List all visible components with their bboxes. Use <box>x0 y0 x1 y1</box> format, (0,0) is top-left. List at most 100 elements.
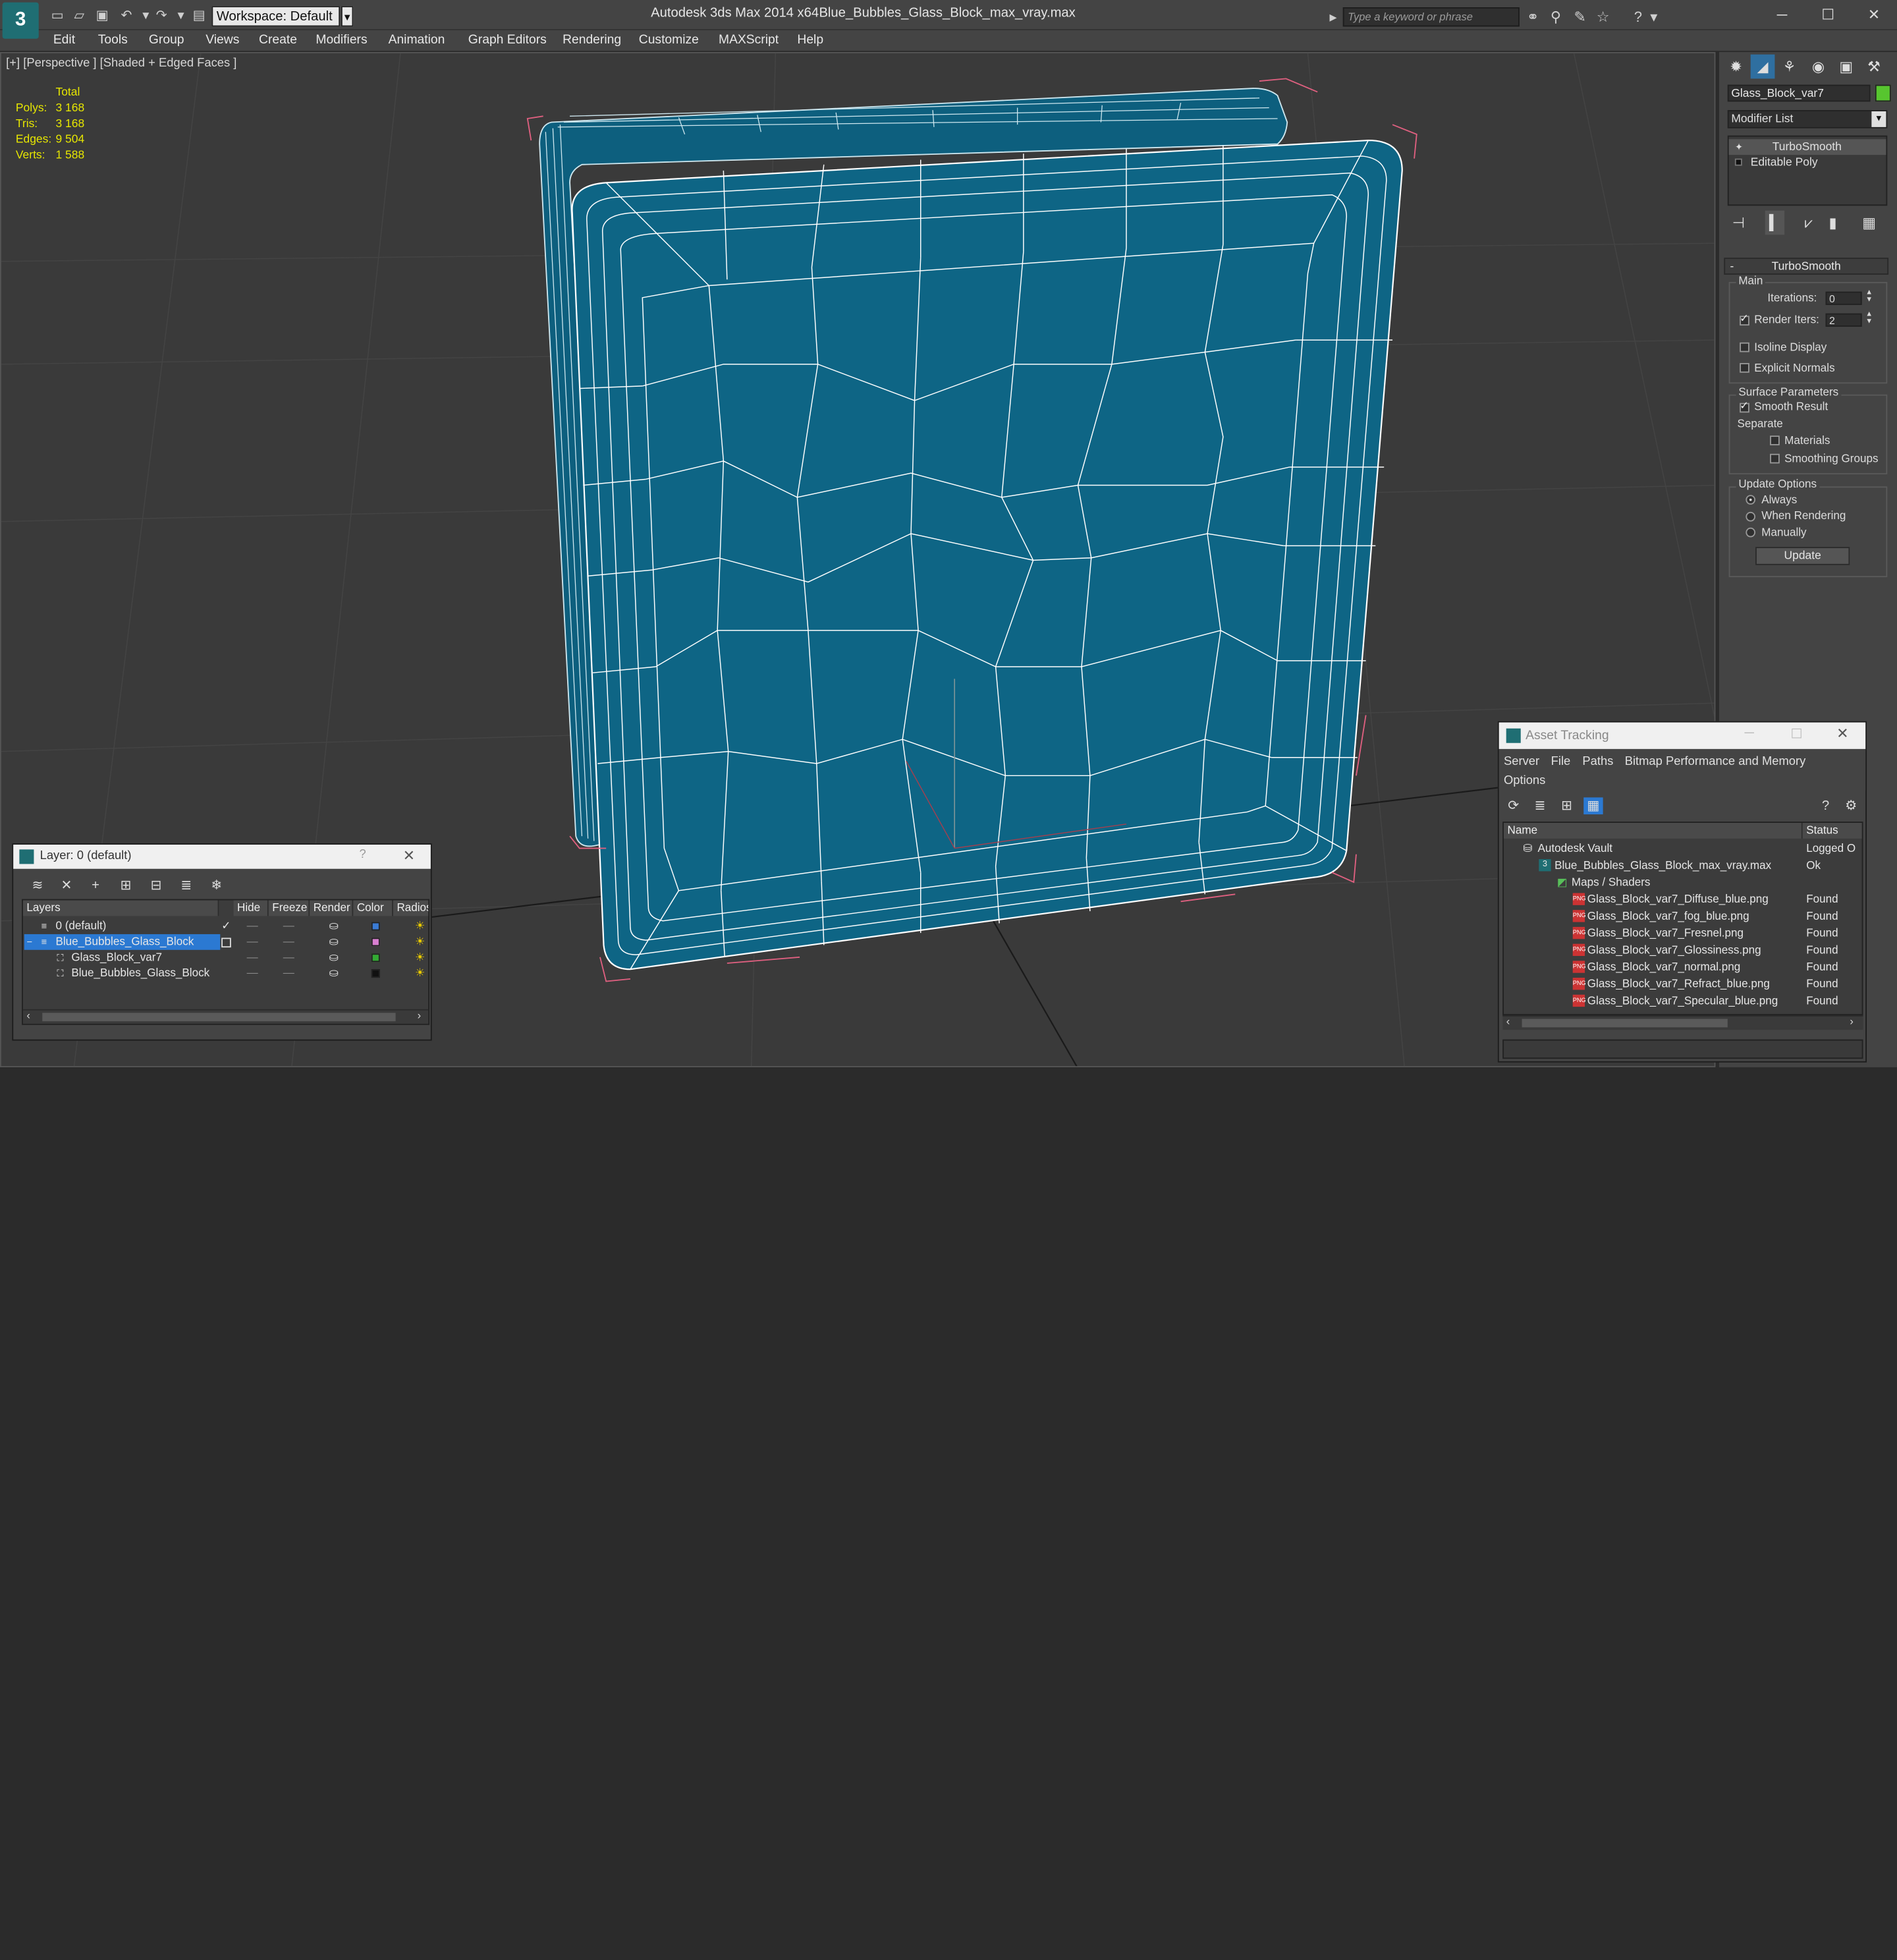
help-icon[interactable]: ? <box>1628 7 1647 26</box>
layer-color-swatch[interactable] <box>371 938 380 947</box>
iterations-spinner[interactable]: 0 <box>1825 291 1862 305</box>
render-iters-checkbox[interactable] <box>1740 312 1749 326</box>
list-view-icon[interactable]: ≣ <box>1530 797 1549 814</box>
freeze-toggle[interactable]: — <box>283 966 294 982</box>
freeze-toggle[interactable]: — <box>283 918 294 934</box>
asset-row[interactable]: PNG Glass_Block_var7_Fresnel.png Found <box>1504 924 1862 941</box>
materials-checkbox[interactable] <box>1770 435 1780 445</box>
grid-view-icon[interactable]: ▦ <box>1583 797 1603 815</box>
utilities-tab-icon[interactable]: ⚒ <box>1862 55 1886 79</box>
chevron-down-icon[interactable]: ▼ <box>341 6 354 27</box>
layer-row[interactable]: − ≡ Blue_Bubbles_Glass_Block — — ⛀ ☀ <box>23 934 428 950</box>
favorites-star-icon[interactable]: ☆ <box>1593 7 1612 26</box>
select-objects-icon[interactable]: ⊞ <box>116 878 135 895</box>
settings-icon[interactable]: ⚙ <box>1841 797 1860 814</box>
refresh-icon[interactable]: ⟳ <box>1504 797 1523 814</box>
minimize-icon[interactable]: ─ <box>1745 726 1754 741</box>
render-teapot-icon[interactable]: ⛀ <box>329 966 339 982</box>
menu-server[interactable]: Server <box>1504 755 1539 768</box>
minimize-icon[interactable]: ─ <box>1764 4 1800 26</box>
viewport-label[interactable]: [+] [Perspective ] [Shaded + Edged Faces… <box>6 57 236 70</box>
spinner-arrows-icon[interactable]: ▲ ▼ <box>1865 311 1873 325</box>
smoothing-groups-checkbox[interactable] <box>1770 453 1780 464</box>
stack-item-editable-poly[interactable]: Editable Poly <box>1729 155 1886 171</box>
maximize-icon[interactable]: ☐ <box>1810 4 1846 26</box>
open-file-icon[interactable]: ▱ <box>70 7 89 24</box>
layer-color-swatch[interactable] <box>371 922 380 931</box>
spinner-arrows-icon[interactable]: ▲ ▼ <box>1865 289 1873 304</box>
chevron-down-icon[interactable]: ▼ <box>1871 111 1886 127</box>
modifier-list-dropdown[interactable]: Modifier List <box>1727 110 1888 128</box>
menu-customize[interactable]: Customize <box>639 33 699 47</box>
object-color-swatch[interactable] <box>371 953 380 963</box>
new-file-icon[interactable]: ▭ <box>48 7 67 24</box>
menu-tools[interactable]: Tools <box>98 33 128 47</box>
isoline-display-checkbox[interactable] <box>1740 342 1749 352</box>
layer-row[interactable]: ≡ 0 (default) ✓ — — ⛀ ☀ <box>23 918 428 934</box>
render-teapot-icon[interactable]: ⛀ <box>329 950 339 966</box>
column-name[interactable]: Name <box>1504 822 1803 839</box>
asset-row[interactable]: PNG Glass_Block_var7_Diffuse_blue.png Fo… <box>1504 891 1862 908</box>
radiosity-sun-icon[interactable]: ☀ <box>415 950 425 966</box>
asset-row[interactable]: PNG Glass_Block_var7_normal.png Found <box>1504 959 1862 976</box>
redo-dropdown-icon[interactable]: ▾ <box>172 7 190 24</box>
menu-help[interactable]: Help <box>797 33 823 47</box>
workspace-dropdown[interactable]: Workspace: Default <box>211 6 341 27</box>
object-name-field[interactable]: Glass_Block_var7 <box>1727 84 1871 102</box>
menu-modifiers[interactable]: Modifiers <box>316 33 367 47</box>
menu-rendering[interactable]: Rendering <box>563 33 621 47</box>
asset-row[interactable]: ⛁ Autodesk Vault Logged O <box>1504 840 1862 857</box>
hide-all-icon[interactable]: ≣ <box>177 878 196 895</box>
hide-toggle[interactable]: — <box>247 950 258 966</box>
scrollbar-thumb[interactable] <box>1522 1019 1728 1028</box>
chevron-right-icon[interactable]: › <box>418 1009 422 1021</box>
lightbulb-icon[interactable]: ✦ <box>1735 139 1743 155</box>
column-freeze[interactable]: Freeze <box>268 900 310 916</box>
layers-icon[interactable]: ≋ <box>28 878 47 895</box>
radiosity-sun-icon[interactable]: ☀ <box>415 966 425 982</box>
search-expand-icon[interactable]: ▸ <box>1326 7 1340 26</box>
column-render[interactable]: Render <box>310 900 354 916</box>
layer-row[interactable]: ⛶ Blue_Bubbles_Glass_Block — — ⛀ ☀ <box>23 966 428 982</box>
menu-file[interactable]: File <box>1551 755 1571 768</box>
pin-stack-icon[interactable]: ⊣ <box>1729 211 1748 235</box>
current-layer-check-icon[interactable]: ✓ <box>221 918 231 934</box>
turbosmooth-rollout-title[interactable]: - TurboSmooth <box>1724 258 1889 275</box>
menu-edit[interactable]: Edit <box>53 33 75 47</box>
save-icon[interactable]: ▣ <box>93 7 111 24</box>
highlight-layer-icon[interactable]: ⊟ <box>146 878 165 895</box>
binoculars-icon[interactable]: ⚭ <box>1523 7 1542 26</box>
column-layers[interactable]: Layers <box>22 900 219 916</box>
column-color[interactable]: Color <box>353 900 393 916</box>
hierarchy-tab-icon[interactable]: ⚘ <box>1777 55 1801 79</box>
close-icon[interactable]: ✕ <box>403 847 415 864</box>
asset-row[interactable]: PNG Glass_Block_var7_Specular_blue.png F… <box>1504 992 1862 1009</box>
collapse-icon[interactable]: − <box>26 934 32 950</box>
hide-toggle[interactable]: — <box>247 934 258 950</box>
modify-tab-icon[interactable]: ◢ <box>1750 54 1775 79</box>
when-rendering-radio[interactable] <box>1746 511 1756 522</box>
expand-box-icon[interactable] <box>1734 158 1742 166</box>
delete-layer-icon[interactable]: ✕ <box>57 878 76 895</box>
asset-row[interactable]: 3 Blue_Bubbles_Glass_Block_max_vray.max … <box>1504 856 1862 874</box>
asset-row[interactable]: PNG Glass_Block_var7_Refract_blue.png Fo… <box>1504 975 1862 992</box>
menu-paths[interactable]: Paths <box>1582 755 1613 768</box>
scrollbar-thumb[interactable] <box>42 1013 396 1022</box>
render-iters-spinner[interactable]: 2 <box>1825 313 1862 327</box>
hide-toggle[interactable]: — <box>247 966 258 982</box>
update-button[interactable]: Update <box>1755 547 1850 565</box>
render-teapot-icon[interactable]: ⛀ <box>329 934 339 950</box>
column-status[interactable]: Status <box>1802 822 1862 839</box>
menu-views[interactable]: Views <box>206 33 239 47</box>
chevron-left-icon[interactable]: ‹ <box>1506 1015 1510 1027</box>
search-input[interactable]: Type a keyword or phrase <box>1342 7 1520 27</box>
help-icon[interactable]: ? <box>1816 797 1835 814</box>
project-folder-icon[interactable]: ▤ <box>190 7 208 24</box>
asset-row[interactable]: ◩ Maps / Shaders <box>1504 874 1862 891</box>
close-icon[interactable]: ✕ <box>1856 4 1892 26</box>
column-radiosity[interactable]: Radios <box>393 900 429 916</box>
add-layer-icon[interactable]: + <box>86 878 105 895</box>
app-logo-icon[interactable]: 3 <box>2 2 39 39</box>
horizontal-scrollbar[interactable]: ‹ › <box>1502 1015 1863 1030</box>
current-layer-box[interactable] <box>221 938 231 948</box>
